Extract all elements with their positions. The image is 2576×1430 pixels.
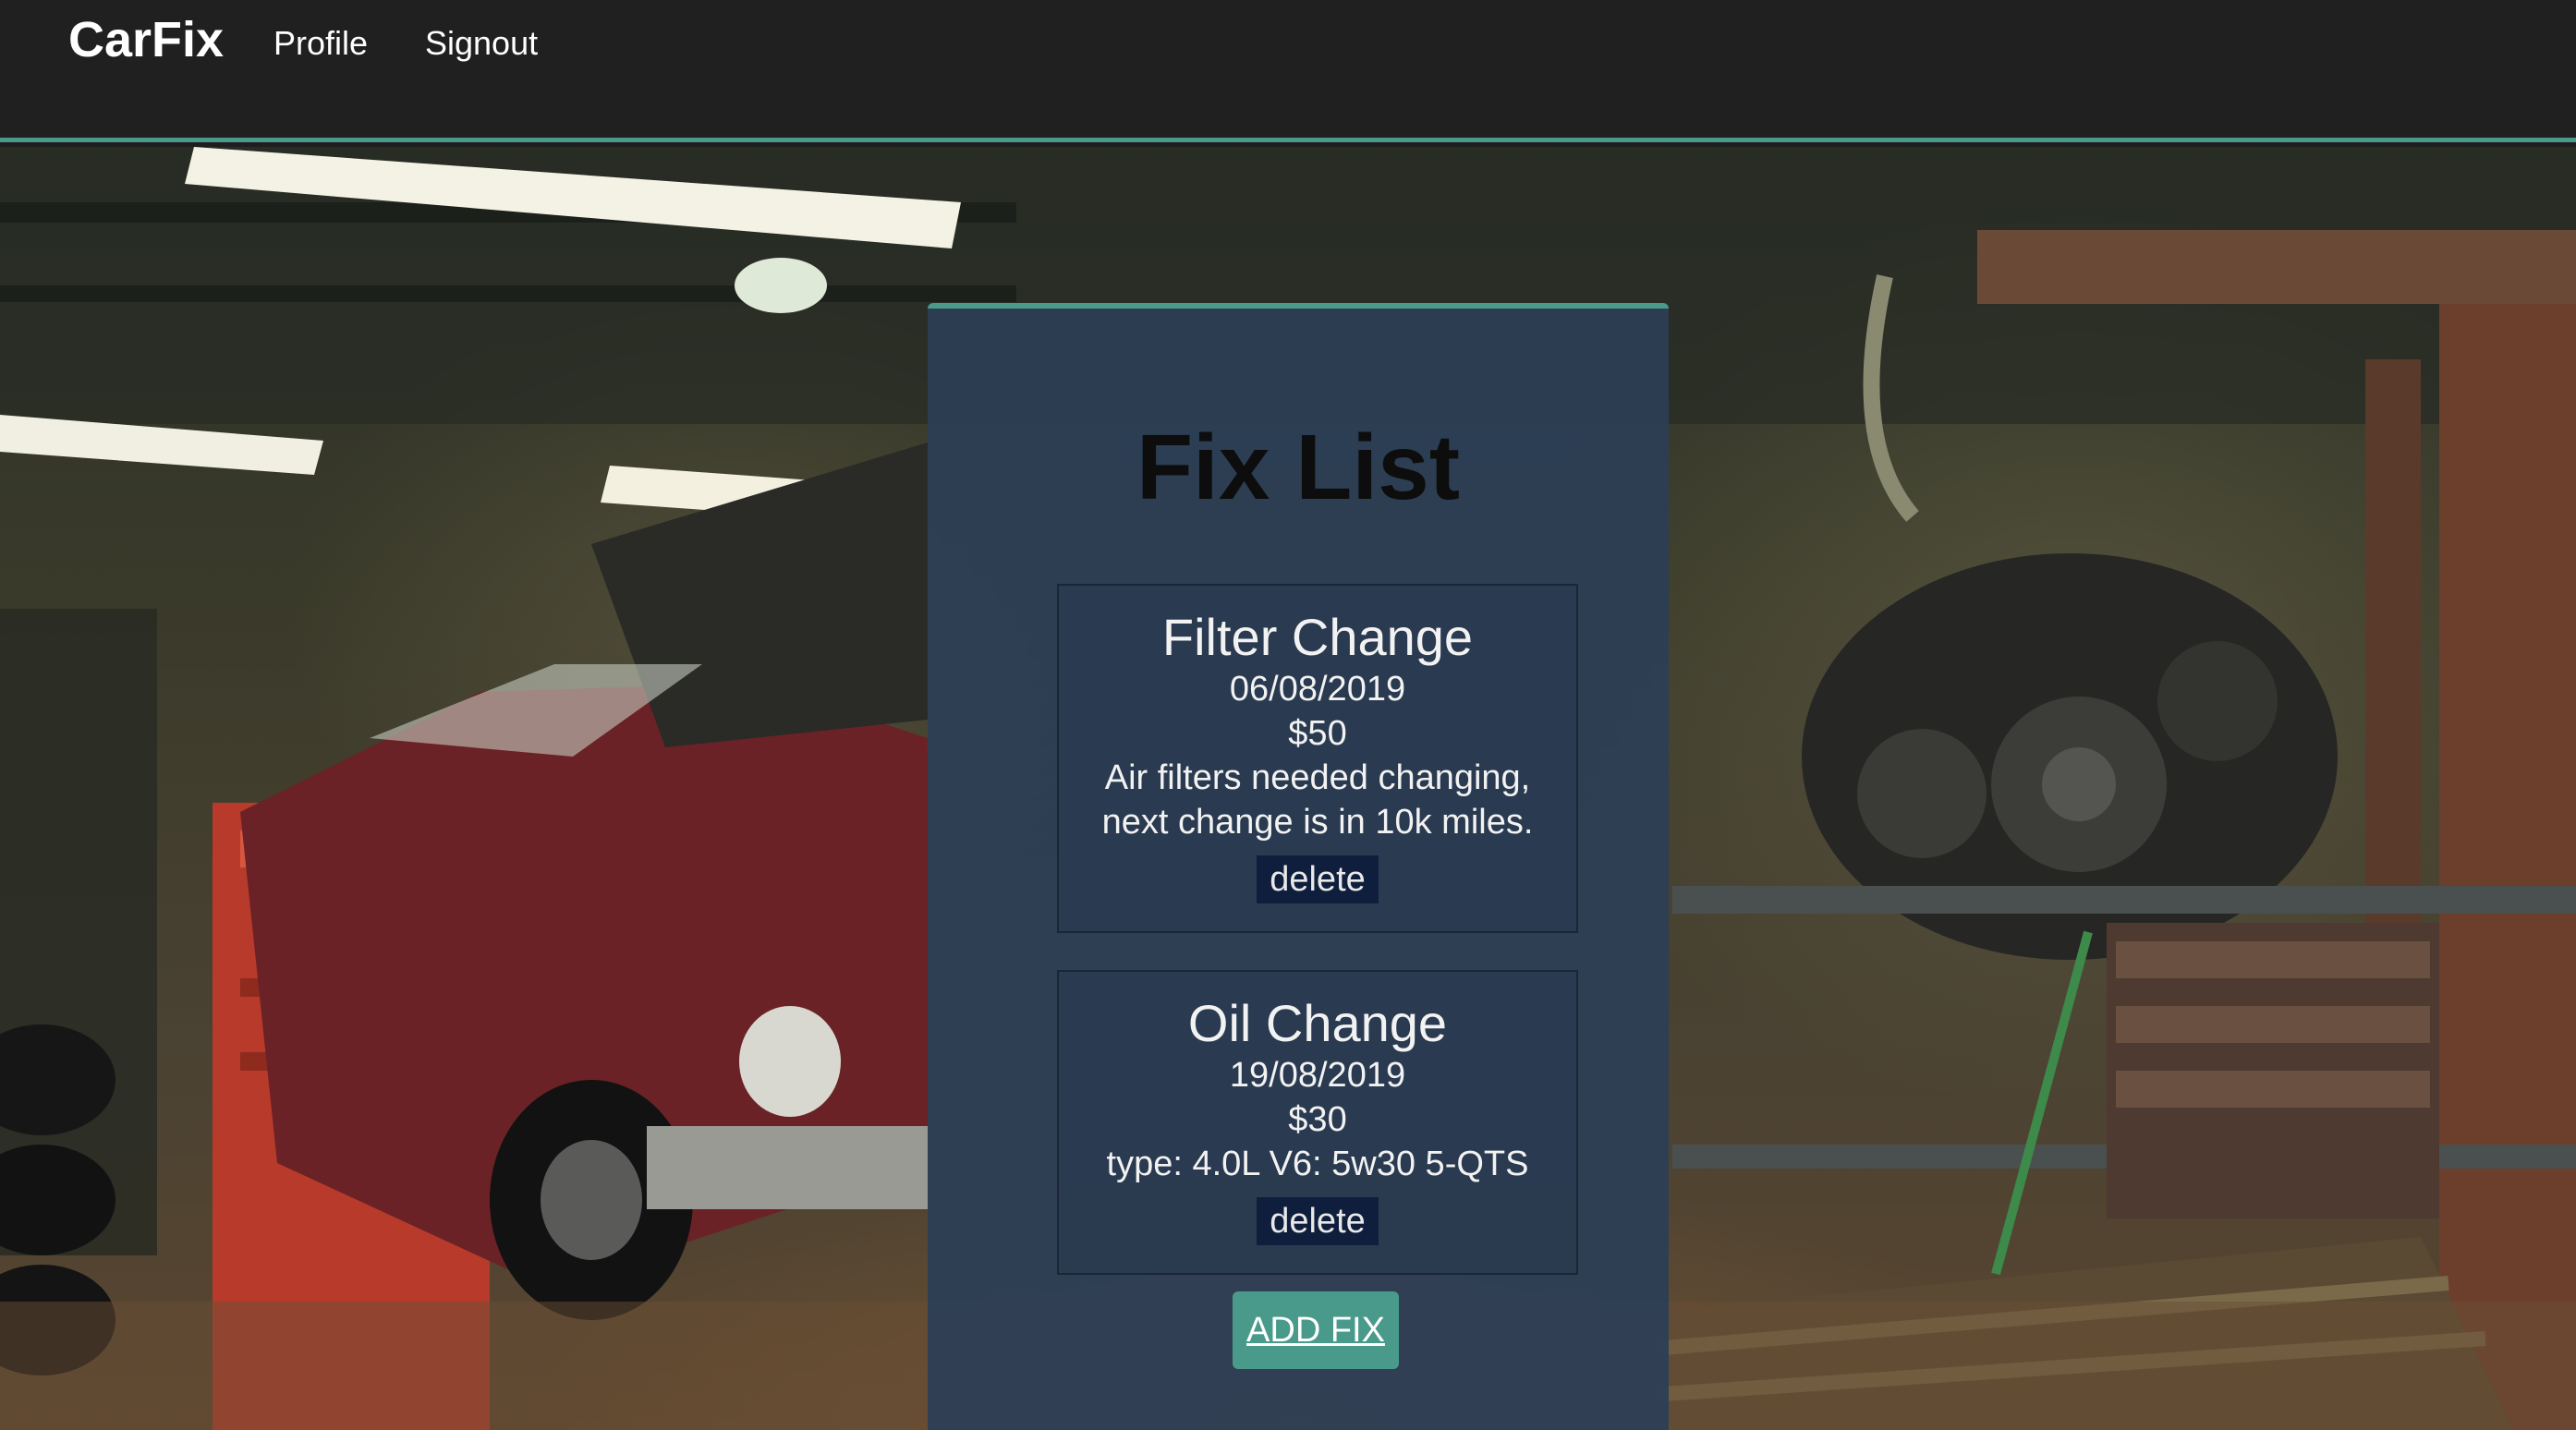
nav-link-profile[interactable]: Profile — [273, 20, 368, 67]
fix-name: Oil Change — [1187, 994, 1448, 1052]
delete-button[interactable]: delete — [1257, 1197, 1379, 1245]
fix-date: 06/08/2019 — [1229, 670, 1406, 709]
add-fix-button[interactable]: ADD FIX — [1233, 1291, 1399, 1369]
fix-cost: $30 — [1288, 1100, 1347, 1139]
nav-link-signout[interactable]: Signout — [425, 20, 538, 67]
fix-name: Filter Change — [1161, 608, 1474, 666]
navbar: CarFix Profile Signout — [0, 0, 2576, 142]
fix-card: Oil Change 19/08/2019 $30 type: 4.0L V6:… — [1057, 970, 1578, 1275]
brand-logo[interactable]: CarFix — [68, 9, 224, 70]
page-title: Fix List — [1136, 416, 1461, 519]
fix-card: Filter Change 06/08/2019 $50 Air filters… — [1057, 584, 1578, 933]
fix-cost: $50 — [1288, 714, 1347, 753]
fix-date: 19/08/2019 — [1229, 1056, 1406, 1095]
delete-button[interactable]: delete — [1257, 855, 1379, 903]
fix-list-panel: Fix List Filter Change 06/08/2019 $50 Ai… — [928, 303, 1669, 1430]
fix-description: Air filters needed changing, next change… — [1101, 758, 1534, 842]
fix-description: type: 4.0L V6: 5w30 5-QTS — [1106, 1145, 1529, 1183]
